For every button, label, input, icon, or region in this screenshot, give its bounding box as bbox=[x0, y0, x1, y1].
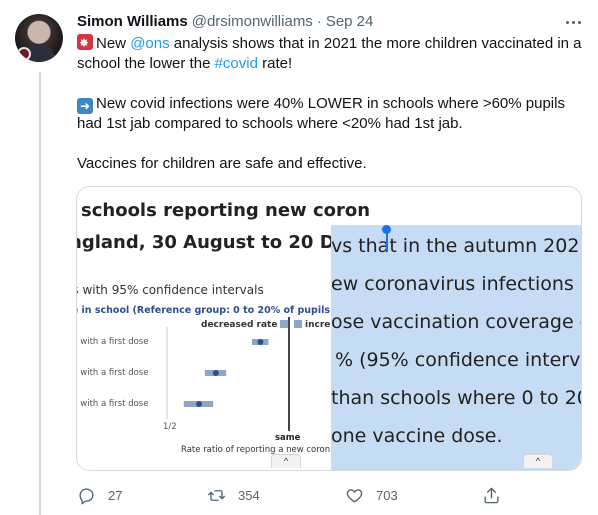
heart-icon bbox=[346, 488, 363, 503]
tick-label-half: 1/2 bbox=[163, 422, 177, 432]
point-estimate bbox=[212, 370, 219, 376]
tweet-paragraph-3: Vaccines for children are safe and effec… bbox=[77, 155, 367, 172]
scroll-up-button[interactable]: ^ bbox=[523, 454, 553, 468]
scroll-up-button[interactable]: ^ bbox=[271, 454, 301, 468]
thread-line bbox=[39, 72, 41, 515]
avatar-badge bbox=[17, 47, 31, 61]
selected-text-region[interactable]: vs that in the autumn 2021 te ew coronav… bbox=[331, 225, 582, 470]
selected-text-line: vs that in the autumn 2021 te bbox=[331, 235, 581, 257]
selected-text-line: ose vaccination coverage gre bbox=[331, 311, 581, 333]
tick-label-same: same bbox=[275, 433, 301, 443]
avatar[interactable] bbox=[15, 14, 63, 62]
text-segment: rate! bbox=[257, 55, 293, 72]
selected-text-line: % (95% confidence interval: 3 bbox=[335, 349, 581, 371]
x-axis-title: Rate ratio of reporting a new coron bbox=[181, 445, 331, 455]
media-image[interactable]: schools reporting new coron ngland, 30 A… bbox=[76, 186, 582, 471]
hashtag-covid[interactable]: #covid bbox=[215, 55, 258, 72]
text-cursor bbox=[386, 229, 388, 251]
tweet-paragraph-2: ➜ New covid infections were 40% LOWER in … bbox=[77, 94, 582, 134]
like-count: 703 bbox=[376, 487, 398, 503]
retweet-icon bbox=[207, 489, 226, 501]
chart-screenshot: schools reporting new coron ngland, 30 A… bbox=[77, 187, 374, 470]
like-button[interactable]: 703 bbox=[345, 484, 398, 506]
retweet-count: 354 bbox=[238, 487, 260, 503]
right-arrow-icon: ➜ bbox=[77, 98, 93, 114]
tweet-paragraph-1: New @ons analysis shows that in 2021 the… bbox=[77, 33, 582, 74]
display-name[interactable]: Simon Williams bbox=[77, 13, 188, 30]
police-light-icon bbox=[77, 33, 93, 53]
text-segment: New covid infections were 40% LOWER in s… bbox=[77, 95, 565, 132]
point-estimate bbox=[196, 401, 203, 407]
header-separator: · bbox=[316, 13, 322, 30]
point-estimate bbox=[257, 339, 264, 345]
user-handle[interactable]: @drsimonwilliams bbox=[192, 13, 313, 30]
reply-count: 27 bbox=[108, 487, 123, 503]
mention-ons[interactable]: @ons bbox=[130, 35, 169, 52]
more-options-icon[interactable] bbox=[562, 12, 584, 32]
selected-text-line: ew coronavirus infections in bbox=[331, 273, 582, 295]
tweet-header: Simon Williams @drsimonwilliams · Sep 24 bbox=[77, 13, 373, 33]
share-button[interactable] bbox=[482, 484, 501, 506]
reply-button[interactable]: 27 bbox=[77, 484, 122, 506]
tweet-date[interactable]: Sep 24 bbox=[326, 13, 374, 30]
tweet-actions: 27 354 703 bbox=[77, 484, 507, 506]
text-segment: New bbox=[96, 35, 131, 52]
share-icon bbox=[484, 487, 499, 503]
reply-icon bbox=[79, 487, 94, 505]
selected-text-line: than schools where 0 to 20% bbox=[331, 387, 582, 409]
tweet-text: New @ons analysis shows that in 2021 the… bbox=[77, 33, 582, 174]
forest-plot bbox=[166, 317, 290, 431]
retweet-button[interactable]: 354 bbox=[207, 484, 260, 506]
selected-text-line: one vaccine dose. bbox=[331, 425, 503, 447]
